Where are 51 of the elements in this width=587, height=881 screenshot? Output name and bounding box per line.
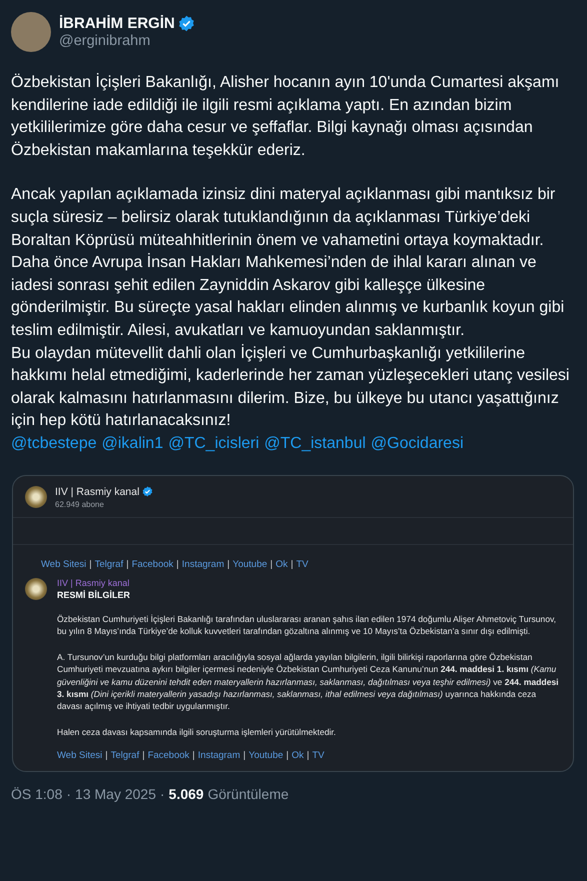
channel-link[interactable]: Facebook [148, 750, 190, 762]
channel-link[interactable]: Youtube [248, 750, 284, 762]
channel-emblem-icon [25, 486, 47, 508]
views-label: Görüntüleme [208, 786, 289, 802]
post-date[interactable]: 13 May 2025 [75, 786, 156, 802]
mention-link[interactable]: @tcbestepe [11, 432, 97, 455]
mention-link[interactable]: @ikalin1 [102, 432, 164, 455]
channel-link[interactable]: Youtube [232, 558, 268, 570]
separator-text: | [286, 750, 289, 762]
dot-separator: · [160, 786, 165, 802]
separator-text: | [126, 558, 129, 570]
channel-link[interactable]: Web Sitesi [57, 750, 102, 762]
view-count: 5.069 [168, 786, 204, 802]
separator-text: | [243, 750, 246, 762]
message-paragraph: Özbekistan Cumhuriyeti İçişleri Bakanlığı tarafından uluslararası aranan şahıs ilan edilen 1974 doğumlu Alişer Ahmetoviç Tursunov, bu yılın 8 Mayıs’ında Türkiye’de kolluk kuvvetleri tarafından gözaltına alınmış ve 10 Mayıs’ta Özbekistan’a sınır dışı edilmişti. [57, 612, 558, 638]
separator-text: | [142, 750, 145, 762]
channel-link[interactable]: Instagram [198, 750, 240, 762]
subscriber-count: 62.949 abone [55, 500, 105, 509]
mention-link[interactable]: @TC_icisleri [168, 432, 260, 455]
author-name[interactable]: İBRAHİM ERGİN [59, 15, 175, 32]
channel-emblem-icon [25, 578, 47, 600]
message-paragraph: Halen ceza davası kapsamında ilgili soruşturma işlemleri yürütülmektedir. [57, 726, 337, 738]
separator-text: | [306, 750, 310, 762]
separator-text: | [270, 558, 273, 570]
separator-text: | [290, 558, 294, 570]
channel-link[interactable]: Web Sitesi [41, 558, 86, 570]
separator-text: | [89, 558, 92, 570]
tweet-paragraph: Ancak yapılan açıklamada izinsiz dini materyal açıklanması gibi mantıksız bir suçla süresiz – belirsiz olarak tutuklandığının da açıklanması Türkiye’deki Boraltan Köprüsü müteahhitlerinin önem ve vahametini ortaya koymaktadır. Daha önce Avrupa İnsan Hakları Mahkemesi’nden de ihlal kararı alınan ve iadesi sonrası şehit edilen Zayniddin Askarov gibi kalleşçe ülkesine gönderilmiştir. Bu süreçte yasal hakları elinden alınmış ve kurbanlık koyun gibi teslim edilmiştir. Ailesi, avukatları ve kamuoyundan saklanmıştır. Bu olaydan mütevellit dahli olan İçişleri ve Cumhurbaşkanlığı yetkililerine hakkımı helal etmediğimi, kaderlerinde her zaman yüzleşecekleri utanç vesilesi olarak kalmasını hatırlanmasını dilerim. Bize, bu ülkeye bu utancı yaşattığınız için hep kötü hatırlanacaksınız! [11, 185, 570, 432]
dot-separator: · [66, 786, 72, 802]
message-paragraph: A. Tursunov’un kurduğu bilgi platformları aracılığıyla sosyal ağlarda yayılan bilgilerin, ilgili bilirkişi raporlarına göre Özbekistan Cumhuriyeti mevzuatına aykırı bilgiler içermesi nedeniyle Özbekistan Cumhuriyeti Ceza Kanunu’nun 244. maddesi 1. kısmı (Kamu güvenliğini ve kamu düzenini tehdit eden materyallerin hazırlanması, saklanması, dağıtılması veya teşhir edilmesi) ve 244. maddesi 3. kısmı (Dini içerikli materyallerin yasadışı hazırlanması, saklanması, ithal edilmesi veya dağıtılması) uyarınca hakkında ceza davası açılmış ve ihtiyati tedbir uygulanmıştır. [57, 650, 560, 713]
separator-text: | [105, 750, 108, 762]
separator-text: | [176, 558, 179, 570]
channel-link[interactable]: Ok [292, 750, 304, 762]
channel-link[interactable]: TV [296, 558, 308, 570]
channel-link[interactable]: Ok [276, 558, 288, 570]
channel-name: IIV | Rasmiy kanal [55, 486, 140, 498]
mention-link[interactable]: @TC_istanbul [264, 432, 366, 455]
channel-link[interactable]: Instagram [182, 558, 224, 570]
tweet-paragraph: Özbekistan İçişleri Bakanlığı, Alisher hocanın ayın 10'unda Cumartesi akşamı kendilerine iade edildiği ile ilgili resmi açıklama yaptı. En azından bizim yetkililerimize göre daha cesur ve şeffaflar. Bilgi kaynağı olması açısından Özbekistan makamlarına teşekkür ederiz. [11, 72, 560, 161]
post-time[interactable]: ÖS 1:08 [11, 786, 62, 802]
channel-link[interactable]: Telgraf [94, 558, 124, 570]
sender-name: IIV | Rasmiy kanal [57, 578, 130, 588]
avatar-photo-placeholder[interactable] [11, 12, 51, 52]
mention-link[interactable]: @Gocidaresi [370, 432, 464, 455]
channel-link[interactable]: TV [312, 750, 324, 762]
separator-text: | [227, 558, 230, 570]
channel-link[interactable]: Facebook [132, 558, 174, 570]
message-title: RESMİ BİLGİLER [57, 590, 132, 600]
separator-text: | [192, 750, 195, 762]
channel-link[interactable]: Telgraf [110, 750, 140, 762]
author-handle[interactable]: @erginibrahm [59, 33, 195, 49]
